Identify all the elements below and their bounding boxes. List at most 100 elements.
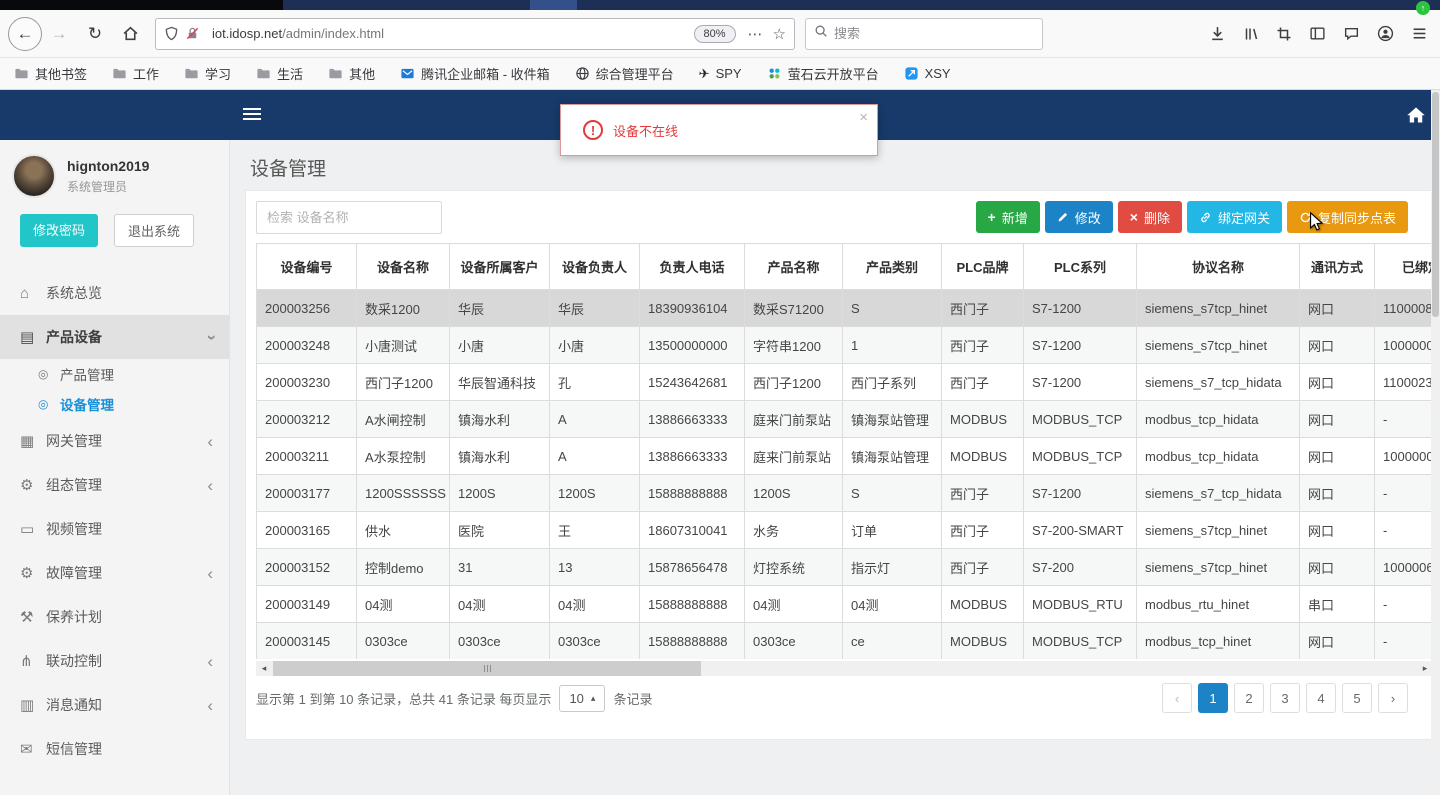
column-header[interactable]: 产品名称 bbox=[744, 243, 843, 290]
column-header[interactable]: 设备所属客户 bbox=[449, 243, 550, 290]
sidebar-item-scada-mgmt[interactable]: ⚙ 组态管理 ‹ bbox=[0, 463, 229, 507]
page-2[interactable]: 2 bbox=[1234, 683, 1264, 713]
sidebar-item-product-mgmt[interactable]: ◎ 产品管理 bbox=[0, 359, 229, 389]
table-actions: + 新增 修改 × 删除 绑定网关 复制同步点表 bbox=[971, 201, 1408, 233]
sidebar-item-linkage-control[interactable]: ⋔ 联动控制 ‹ bbox=[0, 639, 229, 683]
table-cell: S7-1200 bbox=[1023, 326, 1137, 364]
vertical-scrollbar[interactable] bbox=[1431, 90, 1440, 795]
bookmark-xsy[interactable]: XSY bbox=[904, 66, 951, 81]
messages-icon[interactable] bbox=[1343, 25, 1360, 42]
toast-close-icon[interactable]: × bbox=[859, 109, 868, 126]
bookmark-life[interactable]: 生活 bbox=[256, 64, 303, 83]
logout-button[interactable]: 退出系统 bbox=[114, 214, 195, 247]
delete-button[interactable]: × 删除 bbox=[1117, 201, 1182, 233]
forward-button[interactable]: → bbox=[47, 24, 71, 44]
bookmark-study[interactable]: 学习 bbox=[184, 64, 231, 83]
device-search-input[interactable] bbox=[256, 201, 442, 234]
insecure-lock-icon[interactable] bbox=[185, 26, 200, 41]
screenshot-crop-icon[interactable] bbox=[1276, 26, 1292, 42]
sidebar-item-maintenance-plan[interactable]: ⚒ 保养计划 bbox=[0, 595, 229, 639]
page-actions-icon[interactable]: ⋯ bbox=[748, 25, 763, 43]
bookmark-misc[interactable]: 其他 bbox=[328, 64, 375, 83]
table-cell: modbus_tcp_hidata bbox=[1136, 400, 1300, 438]
edit-button[interactable]: 修改 bbox=[1044, 201, 1113, 233]
reload-button[interactable]: ↻ bbox=[83, 24, 107, 44]
table-row[interactable]: 200003248 小唐测试 小唐 小唐 13500000000 字符串1200 1 西门子 S… bbox=[256, 326, 1433, 364]
page-1[interactable]: 1 bbox=[1198, 683, 1228, 713]
column-header[interactable]: 设备名称 bbox=[356, 243, 450, 290]
table-row[interactable]: 200003165 供水 医院王 18607310041 水务 订单 西门子 S7-200-S… bbox=[256, 511, 1433, 549]
avatar[interactable] bbox=[12, 154, 56, 198]
library-icon[interactable] bbox=[1243, 26, 1259, 42]
browser-update-icon[interactable]: ↑ bbox=[1416, 1, 1430, 15]
bookmark-work[interactable]: 工作 bbox=[112, 64, 159, 83]
sidebar-item-gateway-mgmt[interactable]: ▦ 网关管理 ‹ bbox=[0, 419, 229, 463]
column-header[interactable]: 负责人电话 bbox=[639, 243, 745, 290]
table-cell: 华辰 bbox=[549, 289, 640, 327]
table-row[interactable]: 200003145 0303ce 0303ce 0303ce 15888888888 03… bbox=[256, 622, 1433, 659]
column-header[interactable]: 通讯方式 bbox=[1299, 243, 1375, 290]
scrollbar-thumb[interactable] bbox=[273, 661, 701, 676]
table-cell: 1200SSSSSS bbox=[356, 474, 450, 512]
table-cell: siemens_s7tcp_hinet bbox=[1136, 511, 1300, 549]
sidebar-collapse-icon[interactable] bbox=[243, 108, 261, 123]
page-next[interactable]: › bbox=[1378, 683, 1408, 713]
column-header[interactable]: 产品类别 bbox=[842, 243, 942, 290]
scroll-left-icon[interactable]: ◂ bbox=[256, 661, 272, 676]
page-3[interactable]: 3 bbox=[1270, 683, 1300, 713]
sidebar-toggle-icon[interactable] bbox=[1309, 25, 1326, 42]
id-card-icon: ▦ bbox=[20, 433, 35, 450]
table-cell: 200003211 bbox=[256, 437, 357, 475]
table-cell: 字符串1200 bbox=[744, 326, 843, 364]
bookmark-other-bookmarks[interactable]: 其他书签 bbox=[14, 64, 87, 83]
bookmark-ys7-open-platform[interactable]: 萤石云开放平台 bbox=[767, 64, 879, 83]
sidebar-item-message-notify[interactable]: ▥ 消息通知 ‹ bbox=[0, 683, 229, 727]
add-button[interactable]: + 新增 bbox=[975, 201, 1040, 233]
downloads-icon[interactable] bbox=[1209, 25, 1226, 42]
bookmark-spy[interactable]: ✈ SPY bbox=[699, 66, 742, 82]
vertical-scrollbar-thumb[interactable] bbox=[1432, 92, 1439, 317]
account-icon[interactable] bbox=[1377, 25, 1394, 42]
column-header[interactable]: 设备负责人 bbox=[549, 243, 640, 290]
table-cell: 小唐测试 bbox=[356, 326, 450, 364]
column-header[interactable]: 设备编号 bbox=[256, 243, 357, 290]
bind-gateway-button[interactable]: 绑定网关 bbox=[1186, 201, 1282, 233]
table-row[interactable]: 200003149 04测 04测 04测 15888888888 04测 04测 MODBU… bbox=[256, 585, 1433, 623]
bookmark-mgmt-platform[interactable]: 综合管理平台 bbox=[575, 64, 674, 83]
bookmark-star-icon[interactable]: ☆ bbox=[773, 25, 786, 43]
page-5[interactable]: 5 bbox=[1342, 683, 1372, 713]
envelope-icon: ✉ bbox=[20, 741, 33, 758]
zoom-badge[interactable]: 80% bbox=[693, 24, 736, 43]
browser-search-input[interactable] bbox=[834, 26, 1014, 41]
column-header[interactable]: PLC系列 bbox=[1023, 243, 1137, 290]
bookmark-tencent-mail[interactable]: 腾讯企业邮箱 - 收件箱 bbox=[400, 64, 550, 83]
page-prev[interactable]: ‹ bbox=[1162, 683, 1192, 713]
sidebar-item-fault-mgmt[interactable]: ⚙ 故障管理 ‹ bbox=[0, 551, 229, 595]
back-button[interactable]: ← bbox=[8, 16, 42, 51]
table-row[interactable]: 200003177 1200SSSSSS 1200S 1200S 15888888888… bbox=[256, 474, 1433, 512]
menu-icon[interactable] bbox=[1411, 25, 1428, 42]
sidebar-item-video-mgmt[interactable]: ▭ 视频管理 bbox=[0, 507, 229, 551]
browser-tab[interactable] bbox=[530, 0, 577, 10]
change-password-button[interactable]: 修改密码 bbox=[20, 214, 99, 247]
sidebar-item-product-device[interactable]: ▤ 产品设备 ‹ bbox=[0, 315, 229, 359]
table-row[interactable]: 200003211 A水泵控制 镇海水利 A 13886663333 庭来门前泵站 镇海泵站… bbox=[256, 437, 1433, 475]
horizontal-scrollbar[interactable]: ◂ ▸ bbox=[256, 661, 1433, 676]
sidebar-item-overview[interactable]: ⌂ 系统总览 bbox=[0, 271, 229, 315]
table-row[interactable]: 200003152 控制demo 31 13 15878656478 灯控系统 指示灯 西门子… bbox=[256, 548, 1433, 586]
browser-search[interactable] bbox=[805, 17, 1043, 50]
table-row[interactable]: 200003256 数采1200 华辰 华辰 18390936104 数采S71200 S 西… bbox=[256, 289, 1433, 327]
url-bar[interactable]: iot.idosp.net /admin/index.html 80% ⋯ ☆ bbox=[155, 17, 795, 50]
table-row[interactable]: 200003212 A水闸控制 镇海水利 A 13886663333 庭来门前泵站 镇海泵站… bbox=[256, 400, 1433, 438]
table-row[interactable]: 200003230 西门子1200 华辰智通科技孔 15243642681 西门子120… bbox=[256, 363, 1433, 401]
page-4[interactable]: 4 bbox=[1306, 683, 1336, 713]
sidebar-item-device-mgmt[interactable]: ◎ 设备管理 bbox=[0, 389, 229, 419]
page-size-dropdown[interactable]: 10 ▴ bbox=[559, 684, 606, 712]
shield-icon[interactable] bbox=[164, 26, 179, 41]
app-home-icon[interactable] bbox=[1406, 105, 1426, 130]
column-header[interactable]: 已绑定网关 bbox=[1374, 243, 1433, 290]
column-header[interactable]: PLC品牌 bbox=[941, 243, 1024, 290]
browser-home-button[interactable] bbox=[117, 25, 143, 42]
column-header[interactable]: 协议名称 bbox=[1136, 243, 1300, 290]
sidebar-item-sms-mgmt[interactable]: ✉ 短信管理 bbox=[0, 727, 229, 771]
